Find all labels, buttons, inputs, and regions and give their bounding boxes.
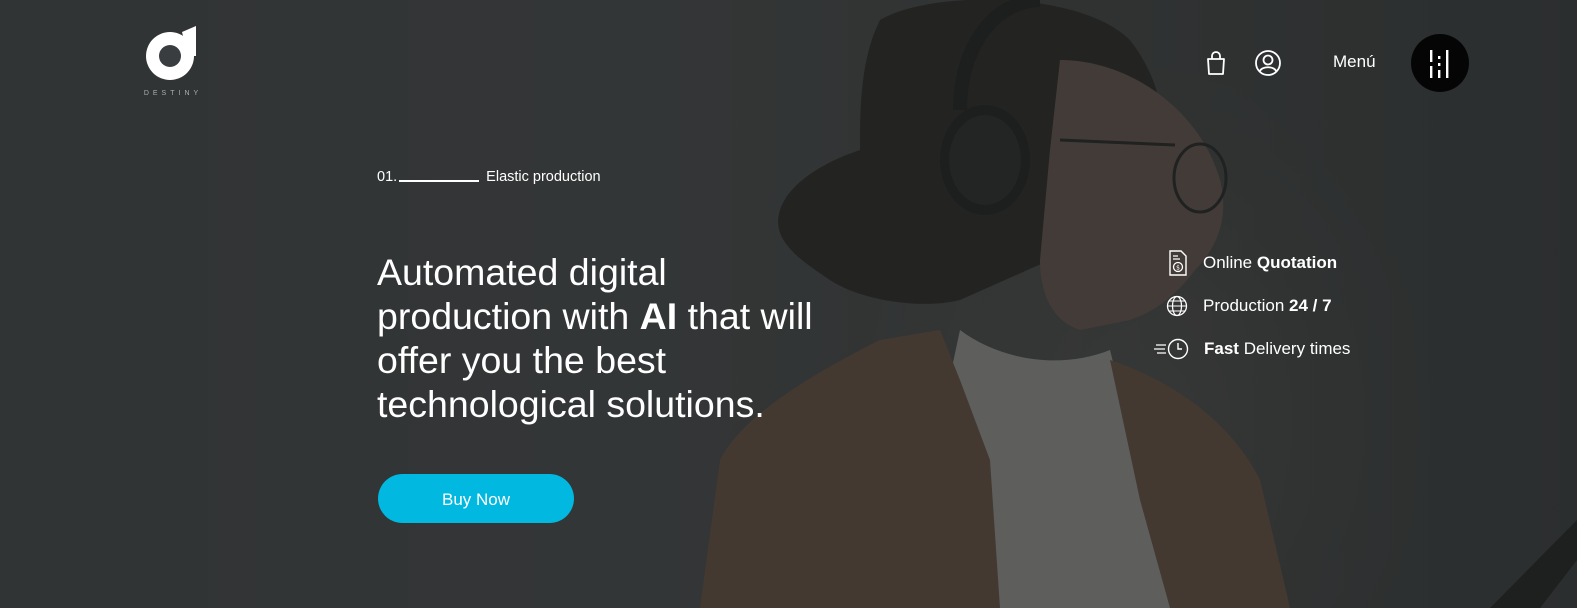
feature-text-regular: Delivery times <box>1238 339 1351 358</box>
section-eyebrow: 01. Elastic production <box>377 169 601 185</box>
feature-text-bold: Quotation <box>1256 253 1338 272</box>
headline-bold: AI <box>639 295 678 337</box>
user-circle-icon[interactable] <box>1254 49 1282 77</box>
brand-logo-text: DESTINY <box>143 90 203 97</box>
feature-text-regular: Online <box>1203 253 1257 272</box>
fast-clock-icon <box>1154 338 1189 360</box>
quotation-document-icon: $ <box>1169 250 1187 276</box>
hero-headline: Automated digital production with AI tha… <box>377 250 817 426</box>
feature-text-regular: Production <box>1203 296 1289 315</box>
menu-bars-icon <box>1430 50 1449 78</box>
eyebrow-number: 01. <box>377 169 398 185</box>
shopping-bag-icon[interactable] <box>1205 50 1227 76</box>
svg-text:$: $ <box>1176 265 1180 272</box>
feature-text-bold: Fast <box>1204 339 1239 358</box>
buy-now-button[interactable]: Buy Now <box>378 474 574 523</box>
feature-text-bold: 24 / 7 <box>1289 296 1332 315</box>
eyebrow-divider <box>399 180 480 182</box>
menu-label[interactable]: Menú <box>1333 52 1376 72</box>
menu-button[interactable] <box>1411 34 1469 92</box>
headline-part1: Automated digital production with <box>377 251 667 337</box>
globe-icon <box>1166 295 1188 317</box>
eyebrow-text: Elastic production <box>486 169 601 185</box>
